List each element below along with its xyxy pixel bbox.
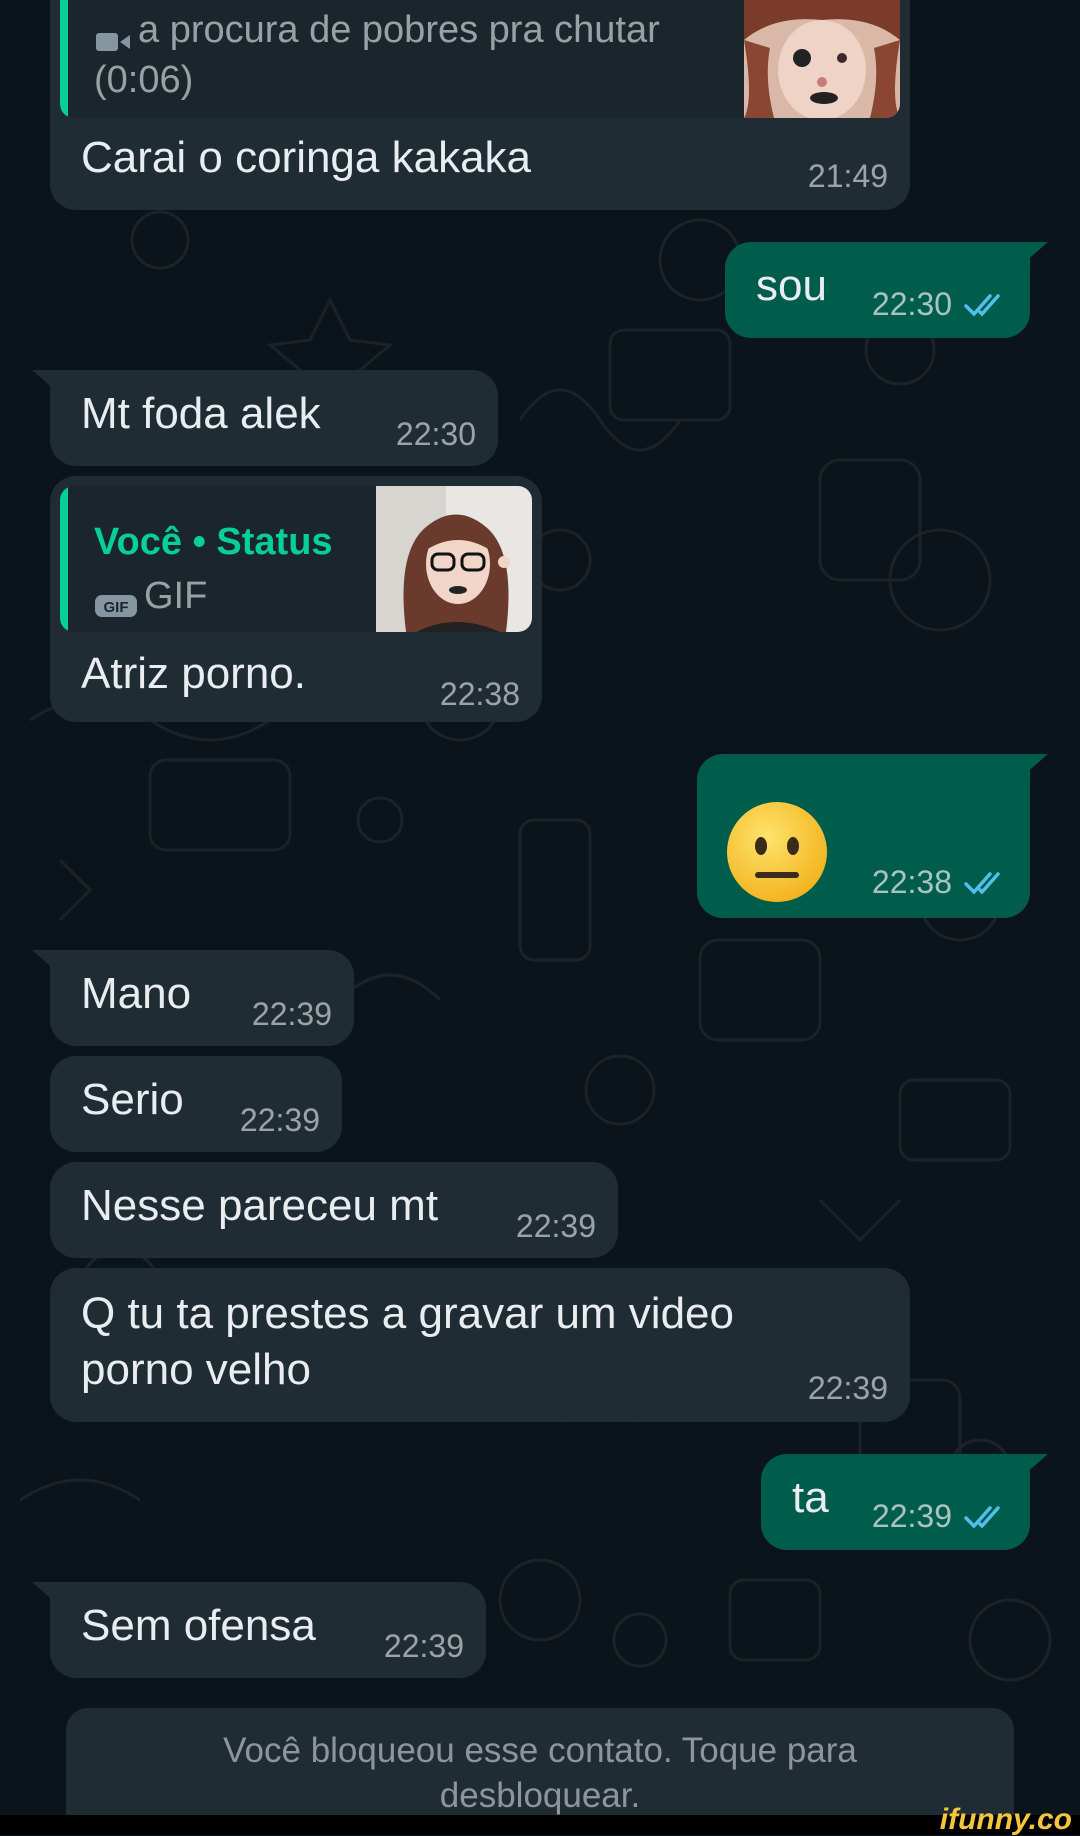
- svg-text:GIF: GIF: [104, 599, 129, 616]
- message-incoming[interactable]: Nesse pareceu mt 22:39: [50, 1162, 618, 1258]
- message-incoming[interactable]: Você • Status GIF GIF Atriz porno. 22:38: [50, 476, 542, 722]
- quoted-message[interactable]: a procura de pobres pra chutar (0:06): [60, 0, 900, 118]
- footer-strip: [0, 1815, 1080, 1835]
- gif-icon: GIF: [94, 584, 138, 617]
- watermark: ifunny.co: [939, 1803, 1072, 1836]
- quote-duration: (0:06): [94, 59, 194, 101]
- message-time: 22:38: [871, 864, 952, 900]
- message-text: Mt foda alek: [81, 389, 321, 438]
- quote-accent-bar: [60, 0, 68, 118]
- message-text: Sem ofensa: [81, 1601, 316, 1650]
- quoted-status[interactable]: Você • Status GIF GIF: [60, 486, 532, 632]
- message-time: 22:39: [239, 1102, 320, 1138]
- double-check-icon: [964, 292, 1008, 318]
- quote-thumbnail: [744, 0, 900, 118]
- message-text: ta: [792, 1473, 829, 1522]
- message-time: 22:39: [807, 1370, 888, 1406]
- message-time: 22:39: [871, 1498, 952, 1534]
- message-incoming[interactable]: a procura de pobres pra chutar (0:06) Ca…: [50, 0, 910, 210]
- message-text: Nesse pareceu mt: [81, 1181, 439, 1230]
- quote-accent-bar: [60, 486, 68, 632]
- double-check-icon: [964, 870, 1008, 896]
- message-incoming[interactable]: Sem ofensa 22:39: [32, 1582, 486, 1678]
- status-thumbnail: [376, 486, 532, 632]
- message-text: Carai o coringa kakaka: [81, 133, 532, 182]
- message-incoming[interactable]: Q tu ta prestes a gravar um video porno …: [50, 1268, 910, 1422]
- message-incoming[interactable]: Serio 22:39: [50, 1056, 342, 1152]
- message-time: 22:39: [383, 1628, 464, 1664]
- quote-author: Você • Status: [94, 521, 333, 563]
- message-time: 21:49: [807, 158, 888, 194]
- message-text: Atriz porno.: [81, 649, 306, 698]
- message-text: Q tu ta prestes a gravar um video porno …: [81, 1289, 734, 1394]
- message-time: 22:38: [439, 676, 520, 712]
- quote-text: a procura de pobres pra chutar: [138, 9, 660, 51]
- neutral-face-emoji: [727, 802, 827, 902]
- message-incoming[interactable]: Mano 22:39: [32, 950, 354, 1046]
- message-text: Serio: [81, 1075, 184, 1124]
- message-time: 22:30: [871, 286, 952, 322]
- message-outgoing[interactable]: ta 22:39: [761, 1454, 1048, 1550]
- message-outgoing[interactable]: 22:38: [697, 754, 1048, 918]
- video-camera-icon: [94, 19, 134, 51]
- message-time: 22:39: [251, 996, 332, 1032]
- chat-area[interactable]: a procura de pobres pra chutar (0:06) Ca…: [0, 0, 1080, 1835]
- message-text: Mano: [81, 969, 192, 1018]
- double-check-icon: [964, 1504, 1008, 1530]
- message-outgoing[interactable]: sou 22:30: [725, 242, 1048, 338]
- message-text: sou: [756, 261, 827, 310]
- message-time: 22:39: [515, 1208, 596, 1244]
- quote-media-label: GIF: [144, 575, 208, 617]
- message-incoming[interactable]: Mt foda alek 22:30: [32, 370, 498, 466]
- message-time: 22:30: [395, 416, 476, 452]
